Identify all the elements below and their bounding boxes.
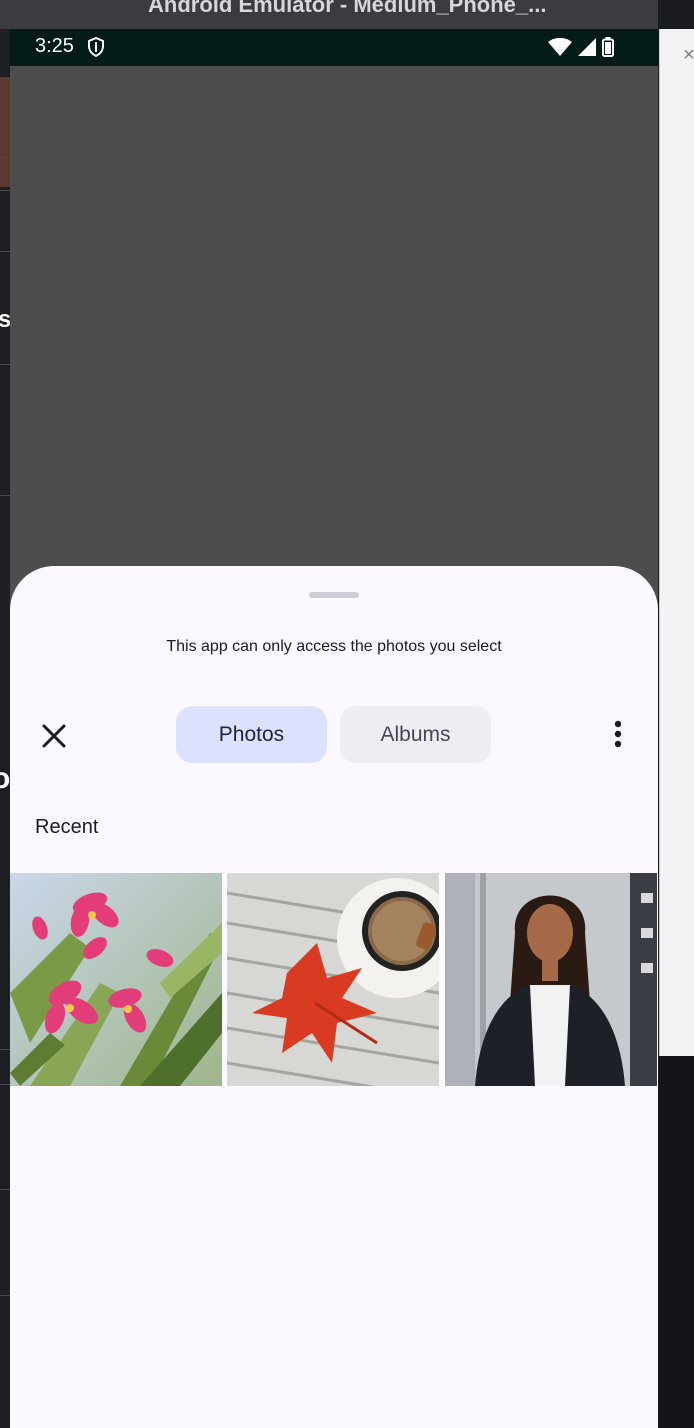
tab-albums[interactable]: Albums [340,706,491,763]
status-time: 3:25 [35,35,74,57]
photo-thumbnail-flowers[interactable] [10,873,222,1086]
section-title-recent: Recent [35,816,99,838]
host-left-panel [0,29,10,1428]
shield-icon [87,36,105,62]
emulator-title-bar[interactable]: Android Emulator - Medium_Phone_... [0,0,658,29]
host-right-panel [659,29,694,1056]
host-right-dark-panel [659,1056,694,1428]
photo-thumbnail-coffee[interactable] [227,873,439,1086]
more-options-button[interactable] [606,718,630,750]
host-close-icon[interactable]: × [683,44,694,67]
battery-icon [602,37,614,62]
host-text-fragment: o [0,762,11,795]
photo-picker-sheet: This app can only access the photos you … [10,566,658,1428]
close-icon [42,724,66,748]
photo-thumbnail-portrait[interactable] [445,873,657,1086]
more-vert-icon [614,720,622,748]
cell-signal-icon [578,38,596,61]
close-button[interactable] [38,720,70,752]
photo-grid [10,873,658,1086]
phone-screen: 3:25 This app can only access the photos… [10,29,658,1428]
wifi-icon [548,37,572,61]
tab-photos[interactable]: Photos [176,706,327,763]
access-notice: This app can only access the photos you … [166,638,502,655]
drag-handle[interactable] [309,592,359,598]
emulator-window-title: Android Emulator - Medium_Phone_... [148,0,547,17]
status-bar: 3:25 [10,29,658,66]
